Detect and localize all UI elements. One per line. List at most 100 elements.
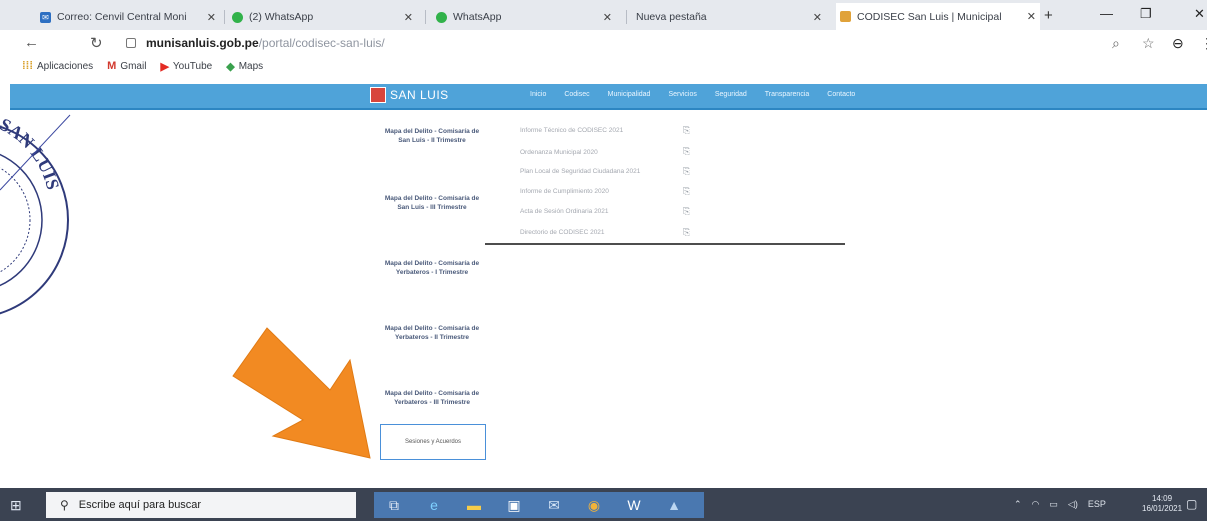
tab-whatsapp-2[interactable]: WhatsApp ✕ [436,5,616,29]
download-icon[interactable]: ⎘ [683,146,690,157]
bookmark-label: YouTube [172,60,213,72]
lock-icon[interactable] [126,38,136,48]
close-icon[interactable]: ✕ [404,11,413,24]
nav-link[interactable]: Transparencia [765,91,810,98]
tab-strip: ✉ Correo: Cenvil Central Moni ✕ (2) What… [0,0,1207,30]
bookmark-maps[interactable]: ◆ Maps [226,60,263,73]
download-icon[interactable]: ⎘ [683,125,690,136]
close-icon[interactable]: ✕ [603,11,612,24]
download-icon[interactable]: ⎘ [683,186,690,197]
tab-divider [425,10,426,24]
left-item-2[interactable]: Mapa del Delito - Comisaría de San Luis … [382,195,482,212]
word-icon[interactable]: W [614,497,654,513]
close-icon[interactable]: ✕ [813,11,822,24]
tab-codisec[interactable]: CODISEC San Luis | Municipal ✕ [836,3,1040,30]
tab-correo[interactable]: ✉ Correo: Cenvil Central Moni ✕ [40,5,220,29]
profile-icon[interactable]: ⊖ [1172,35,1184,52]
official-seal-stamp: DE SAN LUIS [0,110,71,315]
left-item-4[interactable]: Mapa del Delito - Comisaría de Yerbatero… [382,325,482,342]
doc-item[interactable]: Informe de Cumplimiento 2020 [520,188,609,195]
left-item-1[interactable]: Mapa del Delito - Comisaría de San Luis … [382,128,482,145]
doc-item[interactable]: Plan Local de Seguridad Ciudadana 2021 [520,168,640,175]
site-favicon [840,11,851,22]
tab-new[interactable]: Nueva pestaña ✕ [636,5,826,29]
clock-date: 16/01/2021 [1142,504,1183,513]
download-icon[interactable]: ⎘ [683,206,690,217]
left-item-3[interactable]: Mapa del Delito - Comisaría de Yerbatero… [382,260,482,277]
close-icon[interactable]: ✕ [1027,10,1036,23]
volume-icon[interactable]: ◁) [1068,499,1078,510]
sessions-button-label: Sesiones y Acuerdos [404,439,462,445]
reload-icon[interactable]: ↻ [90,34,103,52]
bookmark-label: Aplicaciones [37,60,94,72]
edge-icon[interactable]: e [414,497,454,513]
nav-link[interactable]: Seguridad [715,91,747,98]
download-icon[interactable]: ⎘ [683,166,690,177]
tab-title: Correo: Cenvil Central Moni [57,11,187,23]
chrome-icon[interactable]: ◉ [574,497,614,514]
search-icon: ⚲ [60,498,69,512]
url-field[interactable]: munisanluis.gob.pe/portal/codisec-san-lu… [146,36,385,50]
file-explorer-icon[interactable]: ▬ [454,497,494,513]
bookmarks-bar: ⁞⁞⁞ Aplicaciones M Gmail ▶ YouTube ◆ Map… [0,56,1207,76]
zoom-icon[interactable]: ⌕ [1112,35,1120,52]
tab-title: Nueva pestaña [636,11,707,23]
list-divider [485,243,845,245]
nav-link[interactable]: Codisec [564,91,589,98]
battery-icon[interactable]: ▭ [1049,499,1058,510]
tab-title: WhatsApp [453,11,502,23]
bookmark-youtube[interactable]: ▶ YouTube [160,60,212,73]
gmail-icon: M [107,60,117,72]
download-icon[interactable]: ⎘ [683,227,690,238]
apps-grid-icon: ⁞⁞⁞ [22,60,33,72]
doc-item[interactable]: Acta de Sesión Ordinaria 2021 [520,208,609,215]
bookmark-apps[interactable]: ⁞⁞⁞ Aplicaciones [22,60,93,72]
tab-whatsapp-1[interactable]: (2) WhatsApp ✕ [232,5,417,29]
nav-link[interactable]: Municipalidad [608,91,651,98]
minimize-icon[interactable]: — [1100,6,1113,21]
menu-icon[interactable]: ⋮ [1200,35,1207,52]
star-icon[interactable]: ☆ [1142,35,1155,52]
doc-item[interactable]: Directorio de CODISEC 2021 [520,229,605,236]
whatsapp-icon [436,11,447,23]
site-navbar: SAN LUIS Inicio Codisec Municipalidad Se… [10,84,1207,110]
tab-divider [626,10,627,24]
close-icon[interactable]: ✕ [207,11,216,24]
network-icon[interactable]: ◠ [1032,499,1040,510]
mail-app-icon[interactable]: ✉ [534,497,574,514]
doc-item[interactable]: Ordenanza Municipal 2020 [520,149,598,156]
back-icon[interactable]: ← [24,34,39,51]
taskbar-search[interactable]: ⚲ Escribe aquí para buscar [46,492,356,518]
windows-start-icon[interactable]: ⊞ [10,497,22,514]
tab-title: CODISEC San Luis | Municipal [857,10,1002,23]
store-icon[interactable]: ▣ [494,497,534,514]
mail-icon: ✉ [40,11,51,23]
site-logo[interactable]: SAN LUIS [370,87,449,103]
nav-link[interactable]: Contacto [827,91,855,98]
system-tray: ⌃ ◠ ▭ ◁) ESP [1014,499,1116,510]
window-close-icon[interactable]: ✕ [1194,6,1205,22]
nav-link[interactable]: Servicios [668,91,696,98]
url-domain: munisanluis.gob.pe [146,36,259,50]
tray-chevron-icon[interactable]: ⌃ [1014,499,1022,510]
nav-link[interactable]: Inicio [530,91,546,98]
language-indicator[interactable]: ESP [1088,499,1106,510]
left-item-5[interactable]: Mapa del Delito - Comisaría de Yerbatero… [382,390,482,407]
task-view-icon[interactable]: ⧉ [374,497,414,514]
bookmark-gmail[interactable]: M Gmail [107,60,146,72]
orange-arrow-annotation [232,327,371,459]
photos-icon[interactable]: ▲ [654,497,694,513]
taskbar: ⊞ ⚲ Escribe aquí para buscar ⧉ e ▬ ▣ ✉ ◉… [0,488,1207,521]
taskbar-clock[interactable]: 14:09 16/01/2021 [1142,494,1182,514]
youtube-icon: ▶ [160,60,169,73]
logo-text: SAN LUIS [390,88,449,102]
site-nav-links: Inicio Codisec Municipalidad Servicios S… [530,91,873,98]
new-tab-icon[interactable]: + [1044,7,1053,24]
logo-emblem-icon [370,87,386,103]
restore-icon[interactable]: ❐ [1140,6,1152,22]
bookmark-label: Gmail [120,60,147,72]
maps-icon: ◆ [226,60,235,73]
notifications-icon[interactable]: ▢ [1186,497,1197,511]
sessions-button[interactable]: Sesiones y Acuerdos [380,424,486,460]
doc-item[interactable]: Informe Técnico de CODISEC 2021 [520,127,623,134]
